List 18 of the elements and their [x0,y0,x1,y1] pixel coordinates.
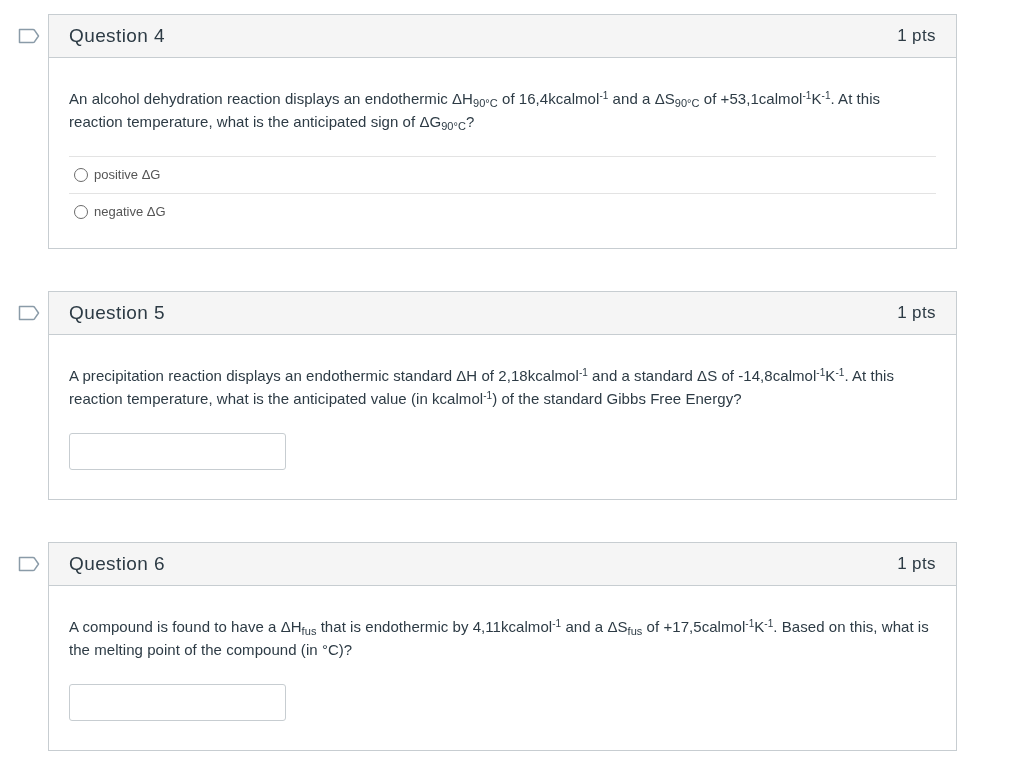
radio-button[interactable] [74,168,88,182]
question-text: A precipitation reaction displays an endothermic standard ΔH of 2,18kcalmol$^{-1}$ and a standard ΔS of -14,8calmol$^{-1}$K$^{-1}$. At this reaction temperature, what is the anticipated value (in kcalmol$^{-1}$) of the standard Gibbs Free Energy? [69,366,896,409]
points-label: 1 pts [897,25,936,48]
radio-button[interactable] [74,205,88,219]
question-title: Question 4 [69,23,165,48]
flag-icon[interactable] [18,28,40,44]
flag-icon[interactable] [18,556,40,572]
question-title: Question 6 [69,551,165,576]
question-title: Question 5 [69,300,165,325]
answer-box[interactable] [69,433,286,470]
answer-option[interactable]: negative ΔG [74,202,166,222]
points-label: 1 pts [897,302,936,325]
answer-option[interactable]: positive ΔG [74,165,161,185]
question-text: An alcohol dehydration reaction displays an endothermic ΔH$_{90°C}$ of 16,4kcalmol$^{-1}$ and a ΔS$_{90°C}$ of +53,1calmol$^{-1}$K$^{-1}$. At this reaction temperature, what is the anticipated sign of ΔG$_{90°C}$? [69,89,882,133]
flag-icon[interactable] [18,305,40,321]
question-text: A compound is found to have a ΔH$_{fus}$ that is endothermic by 4,11kcalmol$^{-1}$ and a ΔS$_{fus}$ of +17,5calmol$^{-1}$K$^{-1}$. Based on this, what is the melting point of the compound (in °C)? [69,617,930,660]
points-label: 1 pts [897,553,936,576]
answer-box[interactable] [69,684,286,721]
